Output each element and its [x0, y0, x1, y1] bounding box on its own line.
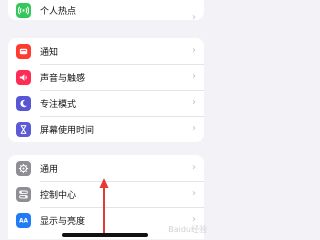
- chevron-right-icon: ›: [192, 71, 196, 82]
- chevron-right-icon: ›: [192, 97, 196, 108]
- home-indicator: [62, 233, 148, 237]
- settings-row-hotspot[interactable]: 个人热点 ›: [8, 0, 204, 20]
- settings-row-screen-time[interactable]: 屏幕使用时间 ›: [8, 116, 204, 142]
- settings-row-focus[interactable]: 专注模式 ›: [8, 90, 204, 116]
- settings-row-label: 通知: [40, 47, 59, 58]
- display-brightness-icon: AA: [16, 212, 31, 228]
- sound-icon: [16, 69, 31, 85]
- chevron-right-icon: ›: [192, 45, 196, 56]
- settings-row-label: 通用: [40, 164, 59, 175]
- svg-text:AA: AA: [19, 218, 29, 224]
- watermark: Baidu经验: [168, 225, 207, 234]
- settings-row-label: 声音与触感: [40, 73, 86, 84]
- settings-row-notifications[interactable]: 通知 ›: [8, 38, 204, 64]
- settings-group-notifications: 通知 › 声音与触感 › 专注模式 › 屏幕使用时间 ›: [8, 38, 204, 142]
- settings-row-label: 控制中心: [40, 190, 77, 201]
- chevron-right-icon: ›: [192, 12, 196, 21]
- hotspot-icon: [16, 2, 31, 18]
- settings-group-network: 个人热点 ›: [8, 0, 204, 20]
- settings-screen: 个人热点 › 通知 › 声音与触感 › 专注模式 › 屏幕使用时间 › 通用 ›…: [0, 0, 211, 239]
- chevron-right-icon: ›: [192, 162, 196, 173]
- control-center-icon: [16, 186, 31, 202]
- notifications-icon: [16, 43, 31, 59]
- chevron-right-icon: ›: [192, 123, 196, 134]
- settings-row-label: 专注模式: [40, 99, 77, 110]
- settings-row-label: 个人热点: [40, 6, 77, 17]
- focus-moon-icon: [16, 95, 31, 111]
- settings-row-sounds[interactable]: 声音与触感 ›: [8, 64, 204, 90]
- general-gear-icon: [16, 160, 31, 176]
- annotation-arrow: [99, 178, 109, 235]
- chevron-right-icon: ›: [192, 188, 196, 199]
- settings-row-label: 显示与亮度: [40, 216, 86, 227]
- screen-time-hourglass-icon: [16, 121, 31, 137]
- settings-row-label: 屏幕使用时间: [40, 125, 95, 136]
